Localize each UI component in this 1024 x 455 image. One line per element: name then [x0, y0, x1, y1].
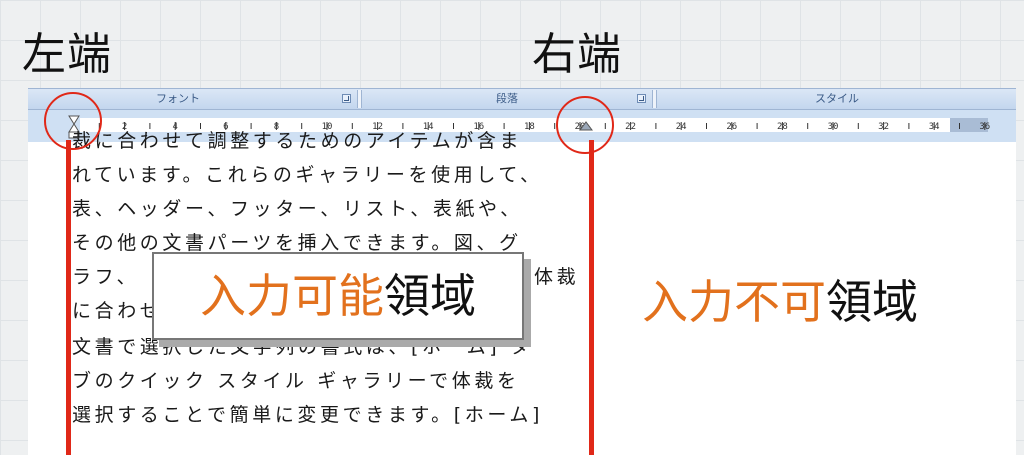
text-line: その他の文書パーツを挿入できます。図、グ — [72, 232, 522, 254]
ruler-tick-label: 28 — [777, 122, 788, 132]
ribbon-group-bar: フォント 段落 スタイル — [28, 88, 1016, 110]
ribbon-group-paragraph-label: 段落 — [496, 92, 518, 105]
text-line: 選択することで簡単に変更できます。[ホーム] — [72, 404, 543, 426]
ruler-tick-label: 24 — [676, 122, 687, 132]
right-margin-marker — [589, 140, 594, 455]
input-area-orange-text: 入力可能 — [200, 269, 384, 323]
text-line: 体裁 — [534, 266, 580, 288]
no-input-black-text: 領域 — [826, 275, 918, 329]
ribbon-group-font-label: フォント — [156, 92, 200, 105]
ribbon-group-style-label: スタイル — [815, 92, 859, 105]
text-line: 裁に合わせて調整するためのアイテムが含ま — [72, 130, 523, 152]
ribbon-group-paragraph[interactable]: 段落 — [362, 89, 652, 109]
font-dialog-launcher-icon[interactable] — [342, 94, 351, 103]
input-area-callout: 入力可能領域 — [152, 252, 524, 340]
ruler-tick-label: 32 — [878, 122, 889, 132]
ruler-tick-label: 30 — [828, 122, 839, 132]
ruler-tick-label: 34 — [929, 122, 940, 132]
text-line: 表、ヘッダー、フッター、リスト、表紙や、 — [72, 198, 523, 220]
no-input-orange-text: 入力不可 — [642, 275, 826, 329]
text-line: ブのクイック スタイル ギャラリーで体裁を — [72, 370, 520, 392]
left-edge-label: 左端 — [22, 29, 112, 80]
ribbon-group-style[interactable]: スタイル — [658, 89, 1016, 109]
text-line: ラフ、 — [72, 266, 140, 288]
paragraph-dialog-launcher-icon[interactable] — [637, 94, 646, 103]
input-area-black-text: 領域 — [384, 269, 476, 323]
no-input-area-label: 入力不可領域 — [642, 266, 918, 332]
ruler-tick-label: 18 — [524, 122, 535, 132]
right-indent-highlight-circle — [556, 96, 614, 154]
ruler-tick-label: 36 — [979, 122, 990, 132]
right-edge-label: 右端 — [532, 29, 622, 80]
text-line: れています。これらのギャラリーを使用して、 — [72, 164, 543, 186]
text-line: に合わせ — [72, 300, 163, 322]
left-indent-highlight-circle — [44, 92, 102, 150]
ruler-tick-label: 22 — [625, 122, 636, 132]
left-margin-marker — [66, 140, 71, 455]
ruler-tick-label: 26 — [726, 122, 737, 132]
ribbon-separator — [652, 90, 657, 108]
